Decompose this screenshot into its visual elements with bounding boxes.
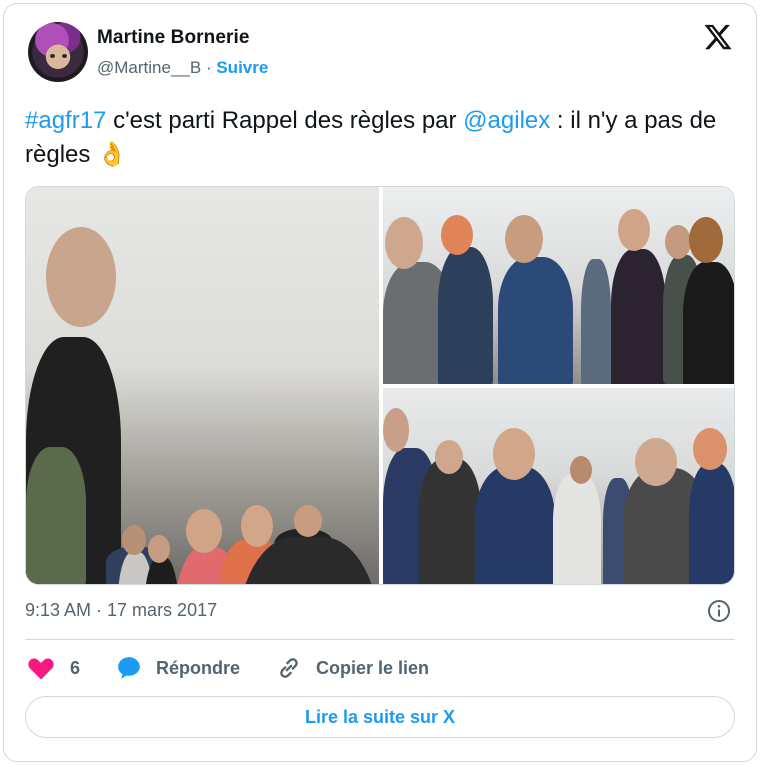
reply-label: Répondre bbox=[156, 657, 241, 678]
like-button[interactable]: 6 bbox=[28, 654, 80, 682]
heart-icon bbox=[28, 658, 54, 680]
ok-hand-emoji: 👌 bbox=[97, 141, 127, 168]
tweet-text-part1: c'est parti Rappel des règles par bbox=[106, 107, 464, 134]
avatar[interactable] bbox=[28, 22, 88, 82]
mention-link[interactable]: @agilex bbox=[463, 107, 550, 134]
read-more-button[interactable]: Lire la suite sur X bbox=[25, 696, 735, 738]
separator: · bbox=[205, 58, 212, 77]
copy-link-label: Copier le lien bbox=[316, 657, 430, 678]
x-logo-icon[interactable] bbox=[703, 22, 733, 52]
copy-link-button[interactable]: Copier le lien bbox=[276, 654, 429, 682]
photo-bottom-right[interactable] bbox=[383, 388, 734, 584]
hashtag-link[interactable]: #agfr17 bbox=[25, 107, 106, 134]
tweet-timestamp[interactable]: 9:13 AM · 17 mars 2017 bbox=[25, 600, 217, 621]
like-count: 6 bbox=[70, 657, 81, 678]
reply-button[interactable]: Répondre bbox=[116, 654, 240, 682]
photo-gallery bbox=[25, 186, 735, 585]
photo-left[interactable] bbox=[26, 187, 379, 584]
link-icon bbox=[280, 658, 298, 678]
photo-top-right[interactable] bbox=[383, 187, 734, 384]
info-icon[interactable] bbox=[707, 599, 731, 623]
author-name[interactable]: Martine Bornerie bbox=[97, 27, 250, 49]
reply-bubble-icon bbox=[118, 657, 140, 679]
author-handle-row: @Martine__B · Suivre bbox=[97, 58, 268, 78]
follow-button[interactable]: Suivre bbox=[216, 58, 268, 77]
author-handle[interactable]: @Martine__B bbox=[97, 58, 201, 77]
tweet-text: #agfr17 c'est parti Rappel des règles pa… bbox=[25, 104, 735, 172]
footer-divider bbox=[25, 639, 735, 640]
